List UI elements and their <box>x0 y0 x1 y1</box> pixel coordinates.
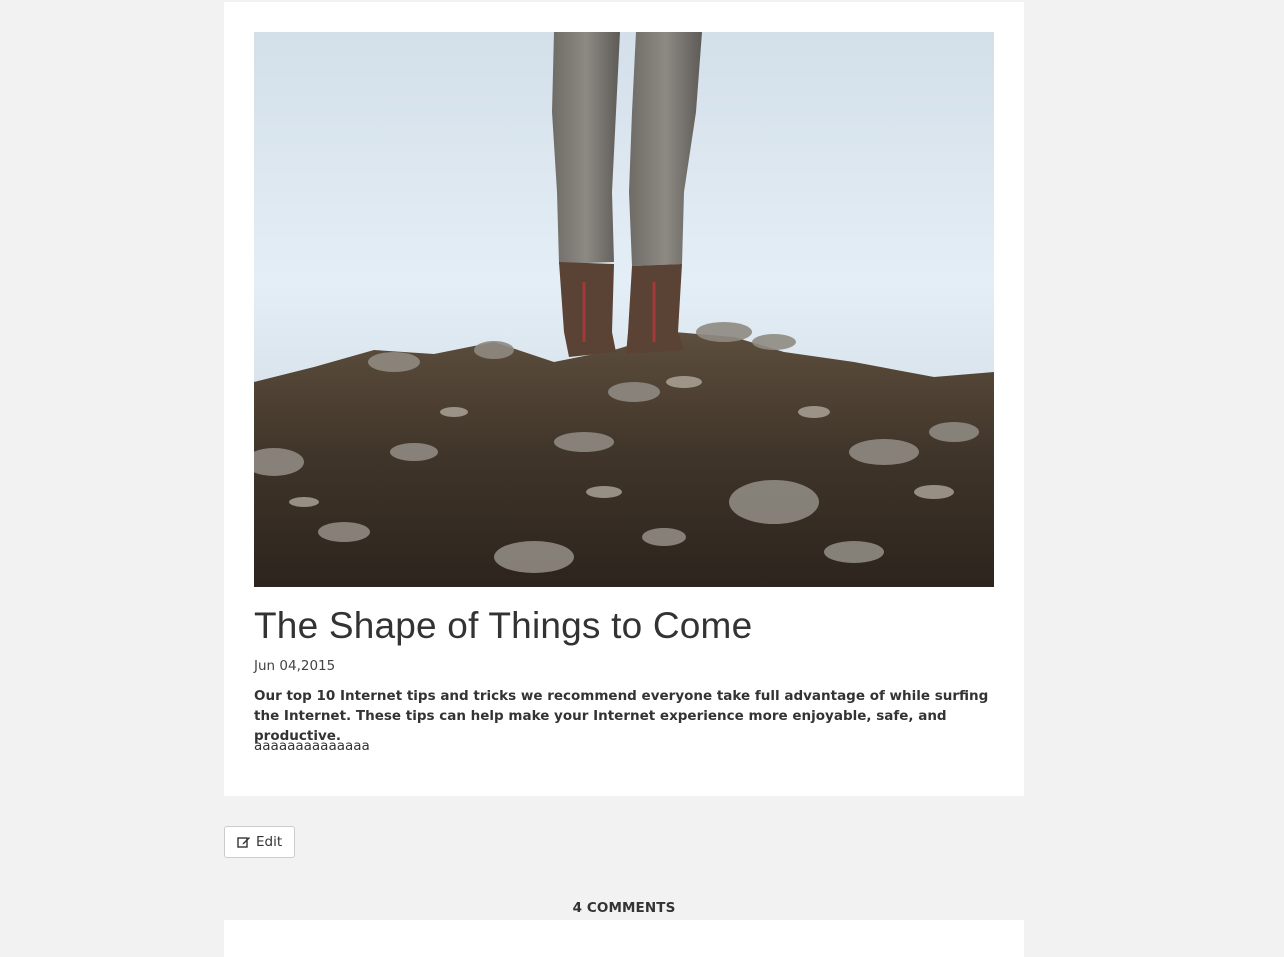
edit-button-label: Edit <box>256 834 283 850</box>
comments-heading: 4 COMMENTS <box>572 900 676 916</box>
edit-icon <box>237 835 251 849</box>
article-card: The Shape of Things to Come Jun 04,2015 … <box>224 2 1024 796</box>
article-date: Jun 04,2015 <box>254 658 336 674</box>
article-body: aaaaaaaaaaaaaa <box>254 738 370 754</box>
edit-button[interactable]: Edit <box>224 826 296 858</box>
article-title: The Shape of Things to Come <box>254 605 753 646</box>
hero-photo-illustration <box>254 32 994 587</box>
article-hero-image <box>254 32 994 587</box>
comments-panel <box>224 920 1024 957</box>
